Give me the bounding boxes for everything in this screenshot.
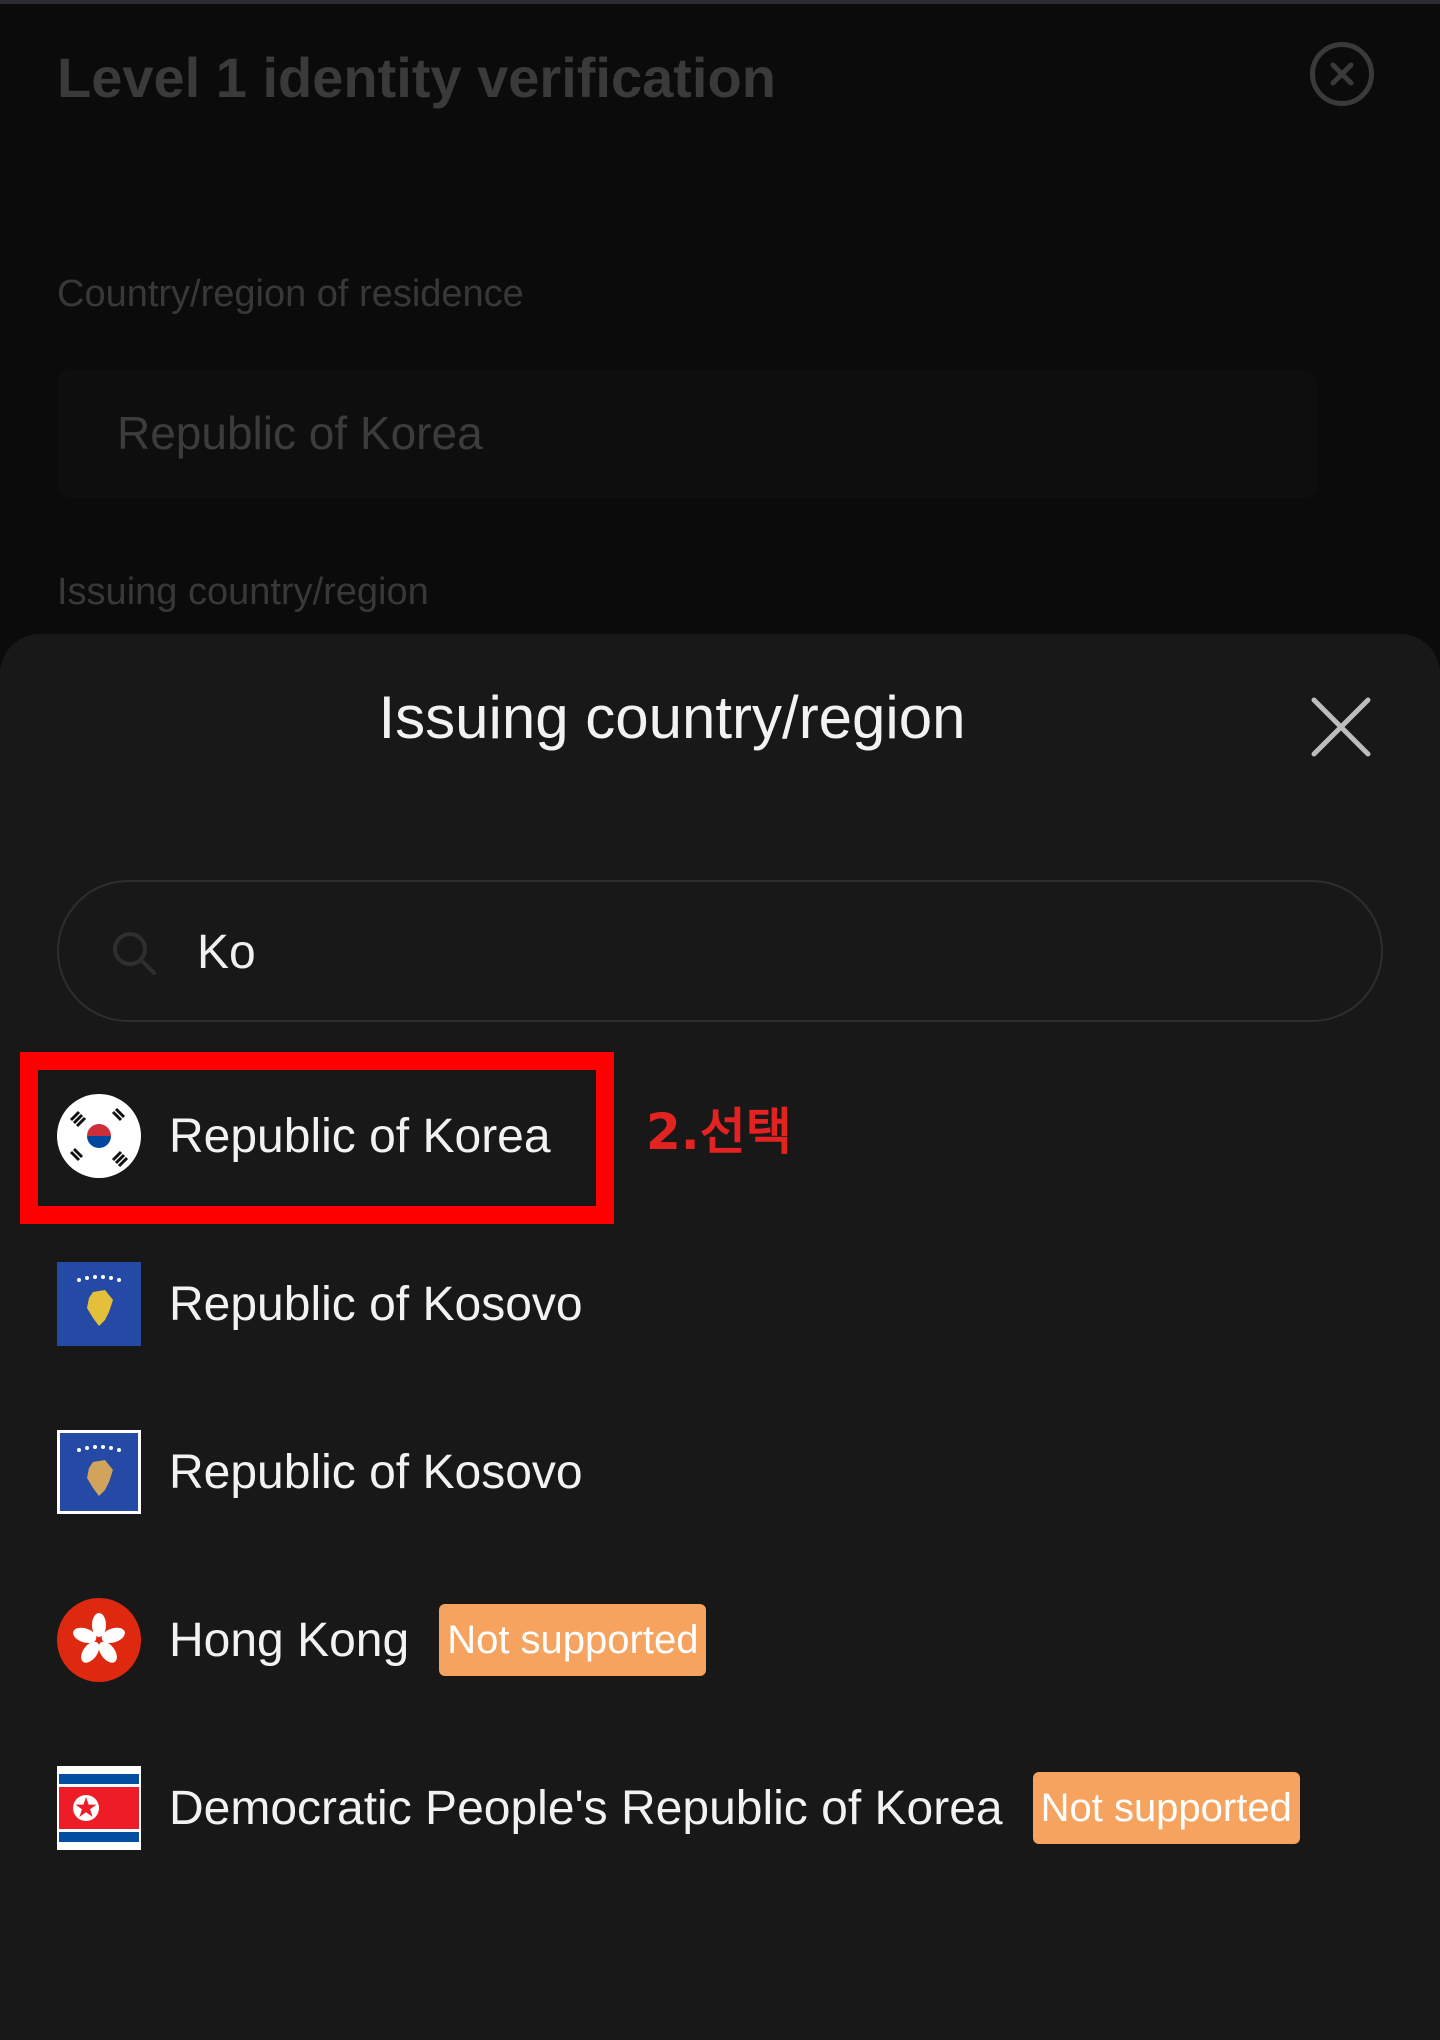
country-name: Hong Kong <box>169 1613 410 1667</box>
selection-highlight-box <box>20 1052 614 1224</box>
country-name: Democratic People's Republic of Korea <box>169 1781 1003 1835</box>
close-icon[interactable] <box>1308 694 1374 760</box>
search-input[interactable] <box>197 912 1297 992</box>
not-supported-badge: Not supported <box>439 1604 707 1676</box>
background-page-title: Level 1 identity verification <box>57 46 776 109</box>
search-icon <box>113 932 156 975</box>
residence-label: Country/region of residence <box>57 273 524 315</box>
background-close-icon <box>1310 42 1374 106</box>
top-edge <box>0 0 1440 4</box>
residence-value: Republic of Korea <box>117 407 483 459</box>
kosovo-flag-icon <box>57 1430 141 1514</box>
hong-kong-flag-icon <box>57 1598 141 1682</box>
sheet-title: Issuing country/region <box>378 684 966 751</box>
kosovo-flag-icon <box>57 1262 141 1346</box>
not-supported-badge: Not supported <box>1032 1772 1300 1844</box>
issuing-label: Issuing country/region <box>57 571 429 613</box>
country-name: Republic of Kosovo <box>169 1277 583 1331</box>
screen: Level 1 identity verification Country/re… <box>0 0 1440 2040</box>
search-box[interactable] <box>57 880 1383 1022</box>
country-name: Republic of Kosovo <box>169 1445 583 1499</box>
step-annotation: 2.선택 <box>646 1103 792 1161</box>
north-korea-flag-icon <box>57 1766 141 1850</box>
country-item-north-korea[interactable]: Democratic People's Republic of Korea No… <box>57 1766 1357 1850</box>
country-item-republic-of-kosovo-2[interactable]: Republic of Kosovo <box>57 1430 1357 1514</box>
country-item-hong-kong[interactable]: Hong Kong Not supported <box>57 1598 1357 1682</box>
country-item-republic-of-kosovo[interactable]: Republic of Kosovo <box>57 1262 1357 1346</box>
residence-field: Republic of Korea <box>57 370 1317 498</box>
